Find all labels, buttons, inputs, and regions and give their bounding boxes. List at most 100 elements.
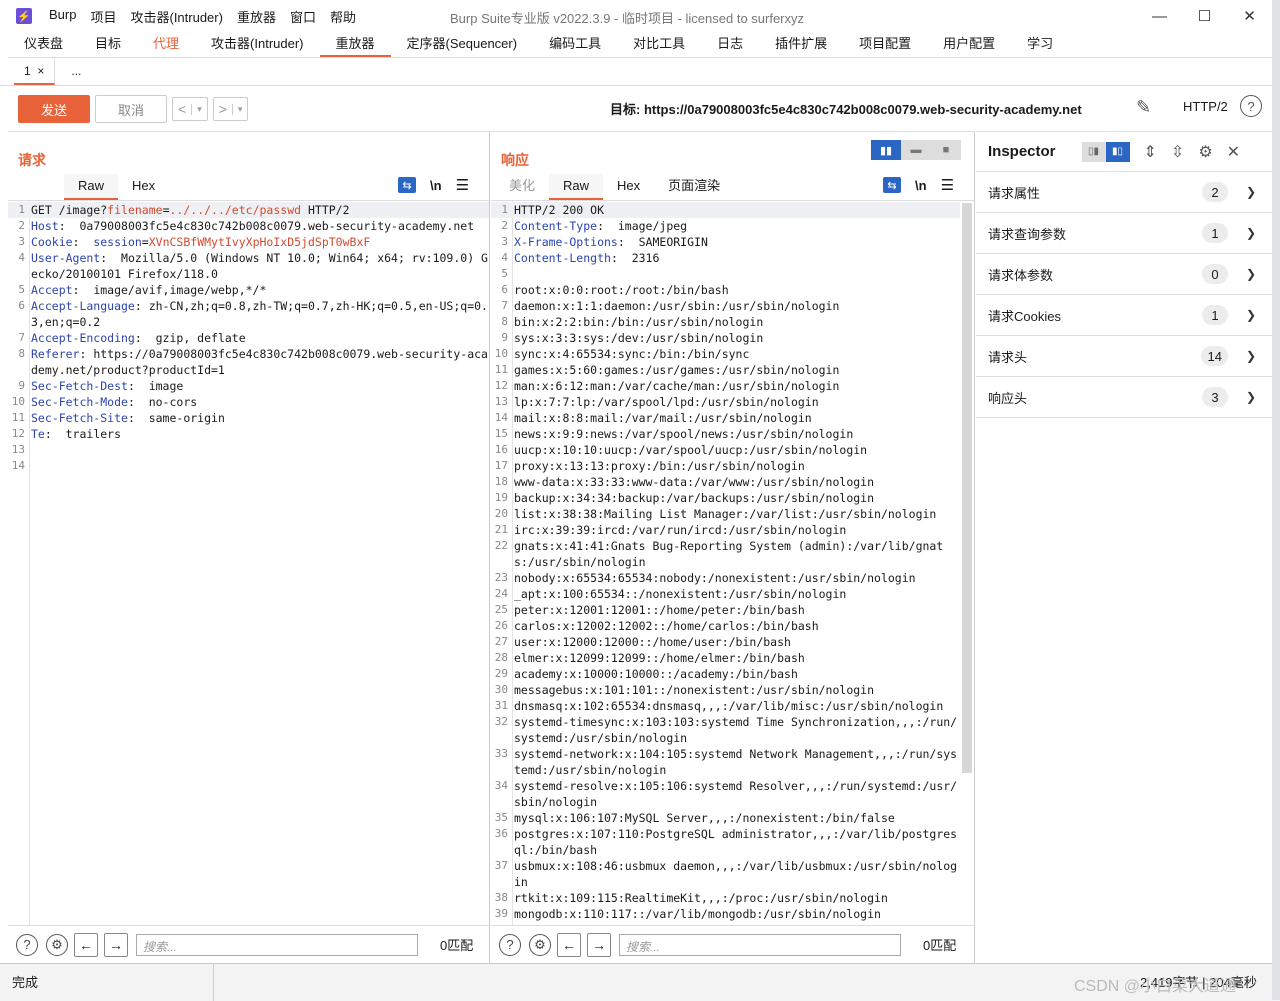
http-version[interactable]: HTTP/2 xyxy=(1183,99,1228,114)
search-input[interactable]: 搜索... xyxy=(619,933,901,956)
menu-window[interactable]: 窗口 xyxy=(283,7,323,26)
tab-intruder[interactable]: 攻击器(Intruder) xyxy=(195,32,319,57)
tab-user-options[interactable]: 用户配置 xyxy=(927,32,1011,57)
code-line: 9 sys:x:3:3:sys:/dev:/usr/sbin/nologin xyxy=(491,330,960,346)
tab-target[interactable]: 目标 xyxy=(79,32,137,57)
close-icon[interactable]: ✕ xyxy=(1227,142,1240,162)
chevron-down-icon[interactable]: ❯ xyxy=(1246,226,1256,240)
newline-icon[interactable]: \n xyxy=(430,178,442,193)
layout-right-icon[interactable]: ▮▯ xyxy=(1105,141,1130,162)
tab-raw[interactable]: Raw xyxy=(549,174,604,200)
inspector-section-request-headers[interactable]: 请求头 14 ❯ xyxy=(976,336,1272,377)
menu-burp[interactable]: Burp xyxy=(42,7,83,26)
close-window-button[interactable]: ✕ xyxy=(1227,0,1272,32)
tab-hex[interactable]: Hex xyxy=(118,174,169,200)
tab-learn[interactable]: 学习 xyxy=(1011,32,1069,57)
back-button[interactable]: < ▾ xyxy=(172,97,208,121)
arrow-left-icon: < xyxy=(178,101,187,117)
tab-raw[interactable]: Raw xyxy=(64,174,119,200)
inspector-section-request-attributes[interactable]: 请求属性 2 ❯ xyxy=(976,172,1272,213)
menu-project[interactable]: 项目 xyxy=(83,7,123,26)
help-icon[interactable]: ? xyxy=(499,933,521,956)
tab-decoder[interactable]: 编码工具 xyxy=(533,32,617,57)
chevron-down-icon[interactable]: ❯ xyxy=(1246,308,1256,322)
tab-sequencer[interactable]: 定序器(Sequencer) xyxy=(391,32,534,57)
menu-icon[interactable]: ☰ xyxy=(456,176,469,194)
request-editor[interactable]: 1 GET /image?filename=../../../etc/passwd… xyxy=(8,200,489,926)
settings-icon[interactable]: ⚙ xyxy=(46,933,68,956)
line-number: 2 xyxy=(501,219,508,232)
menu-help[interactable]: 帮助 xyxy=(323,7,363,26)
arrow-left-icon[interactable]: ← xyxy=(557,932,581,957)
help-icon[interactable]: ? xyxy=(16,933,38,956)
tab-project-options[interactable]: 项目配置 xyxy=(843,32,927,57)
arrow-left-icon[interactable]: ← xyxy=(74,932,98,957)
close-icon[interactable]: × xyxy=(37,64,44,78)
tab-hex[interactable]: Hex xyxy=(603,174,654,200)
send-button[interactable]: 发送 xyxy=(18,95,90,123)
forward-button[interactable]: > ▾ xyxy=(212,97,249,121)
line-content: lp:x:7:7:lp:/var/spool/lpd:/usr/sbin/nol… xyxy=(511,394,960,410)
chevron-down-icon[interactable]: ❯ xyxy=(1246,267,1256,281)
menu-icon[interactable]: ☰ xyxy=(941,176,954,194)
wrap-icon[interactable]: ⇆ xyxy=(398,177,416,193)
text-segment: postgres:x:107:110:PostgreSQL administra… xyxy=(514,827,958,857)
scrollbar[interactable] xyxy=(962,203,972,773)
line-number: 1 xyxy=(501,203,508,216)
line-number: 6 xyxy=(18,299,25,312)
tab-logger[interactable]: 日志 xyxy=(701,32,759,57)
settings-icon[interactable]: ⚙ xyxy=(1198,142,1212,162)
response-editor[interactable]: 1 HTTP/2 200 OK 2 Content-Type: image/jpeg 3… xyxy=(491,200,974,926)
menu-bar: Burp 项目 攻击器(Intruder) 重放器 窗口 帮助 xyxy=(42,7,363,26)
tab-pretty[interactable]: 美化 xyxy=(495,174,549,200)
line-number: 12 xyxy=(494,379,508,392)
line-content: sync:x:4:65534:sync:/bin:/bin/sync xyxy=(511,346,960,362)
chevron-down-icon[interactable]: ❯ xyxy=(1246,185,1256,199)
line-content: User-Agent: Mozilla/5.0 (Windows NT 10.0… xyxy=(28,250,489,282)
repeater-tab-new[interactable]: ... xyxy=(55,58,97,85)
tab-proxy[interactable]: 代理 xyxy=(137,32,195,57)
collapse-icon[interactable]: ⇳ xyxy=(1171,142,1184,162)
inspector-section-body-params[interactable]: 请求体参数 0 ❯ xyxy=(976,254,1272,295)
chevron-down-icon[interactable]: ▾ xyxy=(191,103,207,115)
arrow-right-icon[interactable]: → xyxy=(104,932,128,957)
help-icon[interactable]: ? xyxy=(1240,95,1262,117)
repeater-tab-1[interactable]: 1 × xyxy=(14,58,56,85)
arrow-right-icon[interactable]: → xyxy=(587,932,611,957)
tab-extensions[interactable]: 插件扩展 xyxy=(759,32,843,57)
settings-icon[interactable]: ⚙ xyxy=(529,933,551,956)
expand-icon[interactable]: ⇕ xyxy=(1144,142,1157,162)
line-content xyxy=(28,458,489,474)
layout-stacked-icon[interactable]: ▬ xyxy=(901,140,931,160)
menu-intruder[interactable]: 攻击器(Intruder) xyxy=(123,7,229,26)
line-number: 4 xyxy=(18,251,25,264)
tab-comparer[interactable]: 对比工具 xyxy=(617,32,701,57)
inspector-section-response-headers[interactable]: 响应头 3 ❯ xyxy=(976,377,1272,418)
pencil-icon[interactable]: ✎ xyxy=(1136,97,1151,118)
count-badge: 14 xyxy=(1201,346,1228,366)
code-line: 22 gnats:x:41:41:Gnats Bug-Reporting Syst… xyxy=(491,538,960,570)
maximize-button[interactable]: ☐ xyxy=(1182,0,1227,32)
line-content: Accept-Encoding: gzip, deflate xyxy=(28,330,489,346)
chevron-down-icon[interactable]: ❯ xyxy=(1246,349,1256,363)
tab-render[interactable]: 页面渲染 xyxy=(654,174,734,200)
chevron-down-icon[interactable]: ❯ xyxy=(1246,390,1256,404)
layout-tabs-icon[interactable]: ■ xyxy=(931,140,961,160)
tab-repeater[interactable]: 重放器 xyxy=(319,32,391,57)
layout-left-icon[interactable]: ▯▮ xyxy=(1081,141,1106,162)
inspector-section-query-params[interactable]: 请求查询参数 1 ❯ xyxy=(976,213,1272,254)
cancel-button[interactable]: 取消 xyxy=(95,95,167,123)
menu-repeater[interactable]: 重放器 xyxy=(230,7,283,26)
text-segment: sync:x:4:65534:sync:/bin:/bin/sync xyxy=(514,347,750,361)
line-content: Sec-Fetch-Site: same-origin xyxy=(28,410,489,426)
layout-side-by-side-icon[interactable]: ▮▮ xyxy=(871,140,901,160)
inspector-section-cookies[interactable]: 请求Cookies 1 ❯ xyxy=(976,295,1272,336)
wrap-icon[interactable]: ⇆ xyxy=(883,177,901,193)
minimize-button[interactable]: — xyxy=(1137,0,1182,32)
tab-dashboard[interactable]: 仪表盘 xyxy=(8,32,79,57)
chevron-down-icon[interactable]: ▾ xyxy=(231,103,248,115)
search-input[interactable]: 搜索... xyxy=(136,933,418,956)
header-key: Content-Length xyxy=(514,251,611,265)
count-badge: 1 xyxy=(1201,223,1228,243)
newline-icon[interactable]: \n xyxy=(915,178,927,193)
